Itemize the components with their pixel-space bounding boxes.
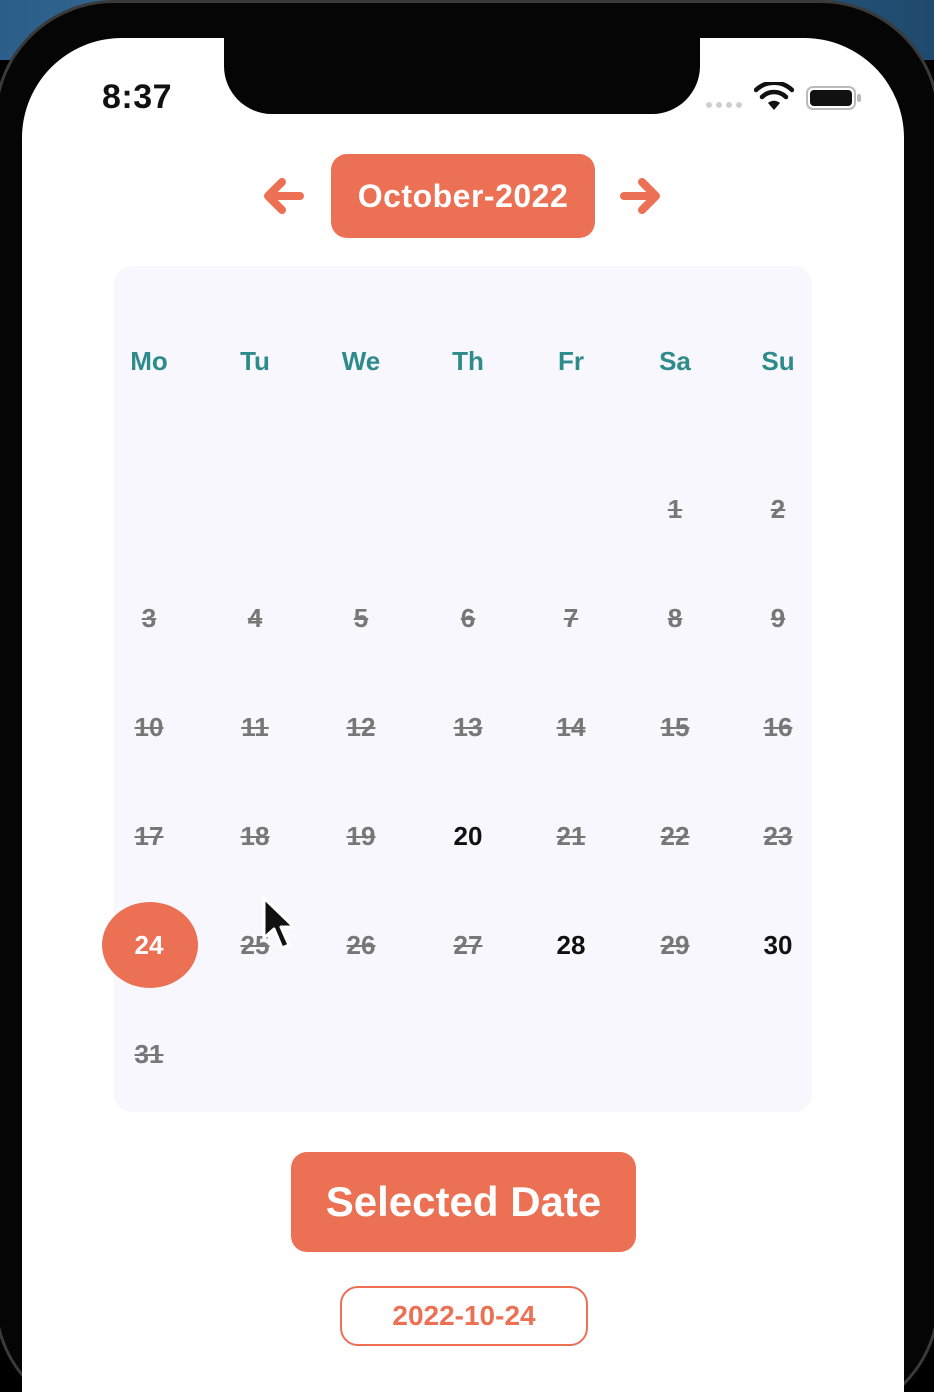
calendar-day: 18 bbox=[205, 806, 305, 866]
day-number: 30 bbox=[763, 929, 793, 960]
selected-date-button[interactable]: Selected Date bbox=[291, 1152, 636, 1252]
day-number: 17 bbox=[134, 820, 164, 851]
calendar-day[interactable]: 20 bbox=[418, 806, 518, 866]
weekday-label: Mo bbox=[130, 346, 168, 376]
calendar-day: 29 bbox=[625, 915, 725, 975]
calendar-day: 14 bbox=[521, 697, 621, 757]
calendar-day: 13 bbox=[418, 697, 518, 757]
arrow-left-icon[interactable] bbox=[260, 174, 304, 218]
calendar-day: 8 bbox=[625, 588, 725, 648]
day-number: 5 bbox=[353, 602, 369, 633]
day-number: 6 bbox=[460, 602, 476, 633]
day-number: 26 bbox=[346, 929, 376, 960]
calendar-day: 12 bbox=[311, 697, 411, 757]
calendar-day: 7 bbox=[521, 588, 621, 648]
day-number: 8 bbox=[667, 602, 683, 633]
calendar-day: 23 bbox=[728, 806, 828, 866]
day-number: 22 bbox=[660, 820, 690, 851]
arrow-right-icon[interactable] bbox=[620, 174, 664, 218]
day-number: 3 bbox=[141, 602, 157, 633]
day-number: 27 bbox=[453, 929, 483, 960]
calendar-day: 16 bbox=[728, 697, 828, 757]
weekday-label: Tu bbox=[240, 346, 270, 376]
calendar-day: 9 bbox=[728, 588, 828, 648]
day-number: 23 bbox=[763, 820, 793, 851]
calendar-day: 10 bbox=[99, 697, 199, 757]
day-number: 12 bbox=[346, 711, 376, 742]
selected-date-value: 2022-10-24 bbox=[340, 1286, 588, 1346]
day-number: 19 bbox=[346, 820, 376, 851]
calendar-day: 5 bbox=[311, 588, 411, 648]
calendar-day: 17 bbox=[99, 806, 199, 866]
calendar-day: 1 bbox=[625, 479, 725, 539]
calendar-day: 22 bbox=[625, 806, 725, 866]
day-number: 1 bbox=[667, 493, 683, 524]
status-time: 8:37 bbox=[102, 78, 173, 116]
calendar-day: 27 bbox=[418, 915, 518, 975]
battery-icon bbox=[806, 86, 861, 110]
calendar-grid: Mo Tu We Th Fr Sa Su 1 2 3 4 5 6 7 8 9 10 11 12 13 14 15 16 17 1… bbox=[102, 266, 812, 1112]
calendar-day: 19 bbox=[311, 806, 411, 866]
wifi-icon bbox=[754, 82, 794, 110]
mouse-cursor-icon bbox=[262, 896, 296, 950]
day-number: 13 bbox=[453, 711, 483, 742]
day-number: 15 bbox=[660, 711, 690, 742]
calendar-day: 3 bbox=[99, 588, 199, 648]
day-number: 29 bbox=[660, 929, 690, 960]
weekday-label: Su bbox=[761, 346, 795, 376]
day-number: 2 bbox=[770, 493, 786, 524]
day-number: 7 bbox=[563, 602, 579, 633]
day-number: 9 bbox=[770, 602, 786, 633]
calendar-day: 4 bbox=[205, 588, 305, 648]
weekday-label: Sa bbox=[659, 346, 691, 376]
day-number: 4 bbox=[247, 602, 263, 633]
weekday-label: Fr bbox=[558, 346, 584, 376]
day-number: 18 bbox=[240, 820, 270, 851]
calendar-day: 15 bbox=[625, 697, 725, 757]
calendar-day: 31 bbox=[99, 1024, 199, 1084]
calendar-day: 11 bbox=[205, 697, 305, 757]
day-number: 24 bbox=[134, 929, 164, 960]
month-title-button[interactable]: October-2022 bbox=[331, 154, 595, 238]
day-number: 16 bbox=[763, 711, 793, 742]
calendar-day: 6 bbox=[418, 588, 518, 648]
calendar-day: 2 bbox=[728, 479, 828, 539]
day-number: 11 bbox=[241, 711, 269, 742]
calendar-day[interactable]: 28 bbox=[521, 915, 621, 975]
calendar-day[interactable]: 30 bbox=[728, 915, 828, 975]
weekday-label: We bbox=[341, 346, 381, 376]
cellular-signal-icon bbox=[706, 102, 742, 108]
month-navigation: October-2022 bbox=[22, 154, 904, 240]
day-number: 10 bbox=[134, 711, 164, 742]
weekday-label: Th bbox=[452, 346, 484, 376]
day-number: 21 bbox=[556, 820, 586, 851]
phone-screen: 8:37 October-2022 Mo Tu We Th Fr Sa Su 1 2 3 4 5 6 7 8… bbox=[22, 38, 904, 1392]
day-number: 28 bbox=[556, 929, 586, 960]
calendar-day: 21 bbox=[521, 806, 621, 866]
day-number: 31 bbox=[134, 1038, 164, 1069]
calendar-day: 26 bbox=[311, 915, 411, 975]
day-number: 14 bbox=[556, 711, 586, 742]
notch bbox=[224, 38, 700, 114]
calendar-day-selected[interactable]: 24 bbox=[99, 902, 199, 988]
day-number: 20 bbox=[453, 820, 483, 851]
